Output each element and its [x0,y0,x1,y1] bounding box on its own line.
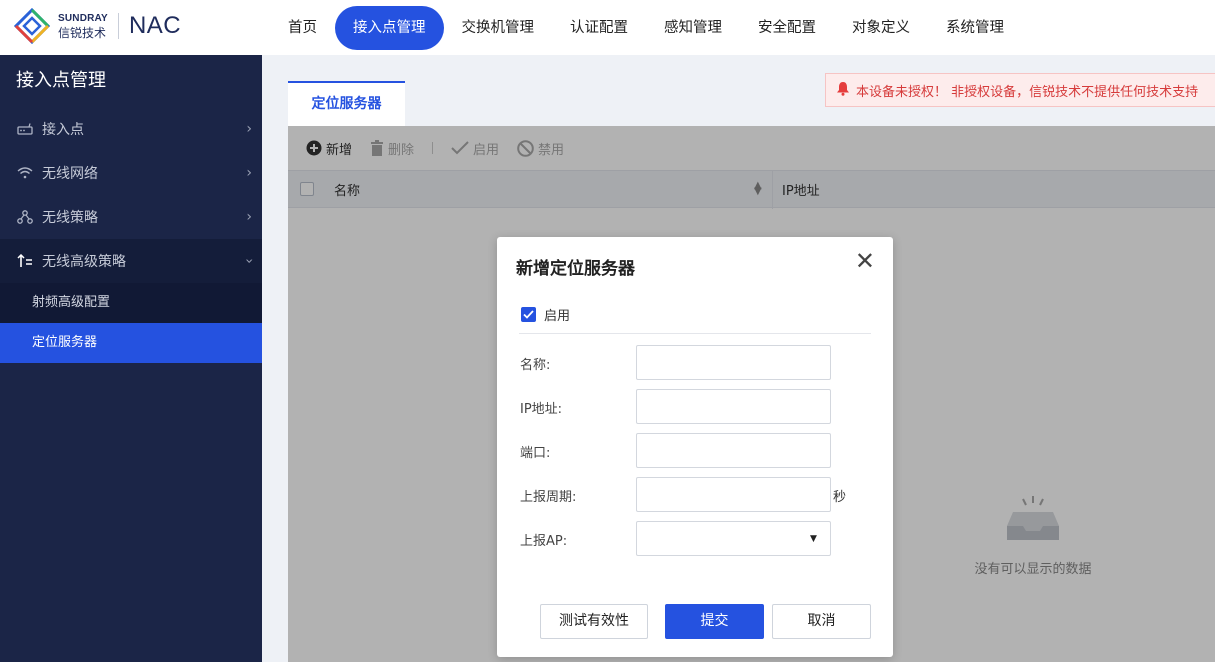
main-nav: 首页 接入点管理 交换机管理 认证配置 感知管理 安全配置 对象定义 系统管理 [270,0,1022,55]
logo[interactable]: SUNDRAY 信锐技术 NAC [13,6,182,46]
ip-input[interactable] [636,389,831,424]
cancel-button[interactable]: 取消 [772,604,871,639]
field-name: 名称: [520,345,870,380]
submit-button[interactable]: 提交 [665,604,764,639]
enable-label: 启用 [544,309,571,324]
warning-text: 本设备未授权！ 非授权设备，信锐技术不提供任何技术支持 [856,84,1199,100]
report-period-label: 上报周期: [520,490,577,505]
sidebar-item-label: 接入点 [42,122,84,138]
name-input[interactable] [636,345,831,380]
field-report-ap: 上报AP: ▼ [520,521,870,556]
sidebar-subitem-location-server[interactable]: 定位服务器 [0,323,262,363]
nav-access-point-management[interactable]: 接入点管理 [335,5,444,50]
router-icon [16,120,34,138]
brand-cn: 信锐技术 [58,25,107,40]
caret-down-icon: ▼ [810,534,817,544]
nav-auth-config[interactable]: 认证配置 [552,6,646,50]
nav-home[interactable]: 首页 [270,6,335,50]
sidebar-item-label: 无线策略 [42,210,98,226]
chevron-right-icon: › [246,209,252,225]
sidebar-item-wireless-network[interactable]: 无线网络 › [0,151,262,195]
policy-icon [16,208,34,226]
nav-awareness-management[interactable]: 感知管理 [646,6,740,50]
chevron-down-icon: › [241,258,258,264]
port-input[interactable] [636,433,831,468]
sidebar-item-label: 无线高级策略 [42,254,126,270]
dialog-title: 新增定位服务器 [516,259,635,279]
logo-divider [117,13,119,39]
nav-system-management[interactable]: 系统管理 [928,6,1022,50]
advanced-policy-icon [16,252,34,270]
port-label: 端口: [520,446,551,461]
enable-checkbox[interactable] [521,307,536,322]
nav-object-definition[interactable]: 对象定义 [834,6,928,50]
top-bar: SUNDRAY 信锐技术 NAC 首页 接入点管理 交换机管理 认证配置 感知管… [0,0,1215,55]
report-ap-select[interactable] [636,521,831,556]
report-period-input[interactable] [636,477,831,512]
sundray-logo-icon [13,7,51,45]
field-report-period: 上报周期: 秒 [520,477,870,512]
sidebar-item-label: 无线网络 [42,166,98,182]
sidebar-subitem-rf-advanced-config[interactable]: 射频高级配置 [0,283,262,323]
wifi-icon [16,164,34,182]
chevron-right-icon: › [246,165,252,181]
chevron-right-icon: › [246,121,252,137]
sidebar-item-access-point[interactable]: 接入点 › [0,107,262,151]
sidebar-item-wireless-policy[interactable]: 无线策略 › [0,195,262,239]
brand-en: SUNDRAY [58,12,108,24]
dialog-divider [519,333,871,334]
nav-switch-management[interactable]: 交换机管理 [444,6,553,50]
enable-checkbox-row[interactable]: 启用 [521,305,570,324]
ip-label: IP地址: [520,402,563,417]
close-icon[interactable]: ✕ [855,249,875,273]
seconds-unit: 秒 [833,490,847,505]
sidebar-title: 接入点管理 [16,70,106,91]
field-ip: IP地址: [520,389,870,424]
sidebar-item-wireless-advanced-policy[interactable]: 无线高级策略 › [0,239,262,283]
bell-icon [836,81,850,100]
product-name: NAC [128,12,182,39]
license-warning-banner: 本设备未授权！ 非授权设备，信锐技术不提供任何技术支持 [825,73,1215,107]
sidebar: 接入点管理 接入点 › 无线网络 › 无线策略 › 无线高级策略 › 射频高级配… [0,55,262,662]
name-label: 名称: [520,358,551,373]
report-ap-label: 上报AP: [520,534,568,549]
test-validity-button[interactable]: 测试有效性 [540,604,648,639]
add-location-server-dialog: 新增定位服务器 ✕ 启用 名称: IP地址: 端口: 上报周期: 秒 上报AP:… [497,237,893,657]
tab-location-server[interactable]: 定位服务器 [288,81,405,126]
field-port: 端口: [520,433,870,468]
nav-security-config[interactable]: 安全配置 [740,6,834,50]
